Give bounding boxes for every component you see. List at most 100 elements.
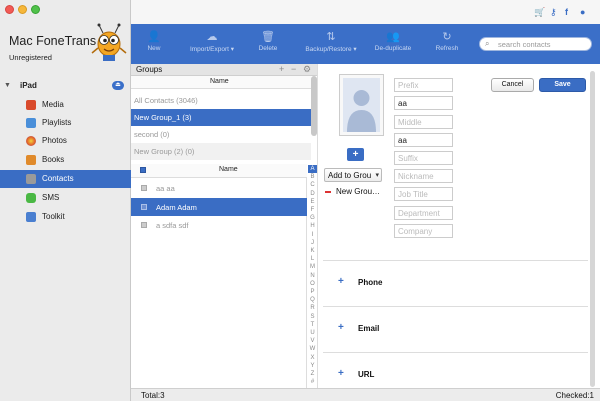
key-icon[interactable]: ⚷ — [550, 7, 557, 18]
close-window-button[interactable] — [5, 5, 14, 14]
alphabet-index-letter[interactable]: R — [308, 304, 317, 312]
contact-row[interactable]: a sdfa sdf — [131, 216, 307, 234]
remove-group-icon[interactable] — [325, 191, 331, 193]
phone-section[interactable]: + Phone — [323, 260, 588, 306]
sidebar-item-playlists[interactable]: Playlists — [0, 114, 131, 132]
group-row-label: All Contacts (3046) — [134, 96, 198, 105]
alphabet-index-letter[interactable]: # — [308, 378, 317, 386]
contact-checkbox[interactable] — [141, 185, 147, 191]
alphabet-index-letter[interactable]: C — [308, 181, 317, 189]
contact-photo[interactable] — [339, 74, 384, 136]
search-box[interactable]: ⌕ — [479, 37, 592, 51]
new-contact-icon: 👤 — [147, 31, 161, 43]
contact-row[interactable]: Adam Adam — [131, 198, 307, 216]
alphabet-index-letter[interactable]: I — [308, 231, 317, 239]
alphabet-index-letter[interactable]: O — [308, 280, 317, 288]
add-url-icon[interactable]: + — [338, 368, 344, 379]
url-section[interactable]: + URL — [323, 352, 588, 388]
alphabet-index-letter[interactable]: T — [308, 321, 317, 329]
alphabet-index-letter[interactable]: Q — [308, 296, 317, 304]
group-settings-icon[interactable]: ⚙ — [303, 64, 311, 75]
add-to-group-dropdown[interactable]: Add to Grou ▾ — [324, 168, 382, 182]
department-field[interactable] — [394, 206, 453, 220]
cancel-button[interactable]: Cancel — [491, 78, 534, 92]
alphabet-index-letter[interactable]: N — [308, 272, 317, 280]
add-photo-button[interactable]: + — [347, 148, 364, 161]
deduplicate-button[interactable]: 👥 De-duplicate — [371, 30, 415, 52]
cart-icon[interactable]: 🛒 — [534, 7, 545, 18]
sidebar-item-media[interactable]: Media — [0, 96, 131, 114]
alphabet-index-letter[interactable]: V — [308, 337, 317, 345]
contact-row[interactable]: aa aa — [131, 179, 307, 197]
search-input[interactable] — [498, 39, 586, 49]
alphabet-index-letter[interactable]: E — [308, 198, 317, 206]
alphabet-index-letter[interactable]: K — [308, 247, 317, 255]
import-export-button[interactable]: ☁ Import/Export ▾ — [181, 30, 243, 53]
sidebar-item-label: Books — [42, 155, 65, 164]
last-name-field[interactable] — [394, 133, 453, 147]
detail-scrollbar[interactable] — [590, 71, 595, 387]
new-button[interactable]: 👤 New — [141, 30, 167, 52]
feedback-icon[interactable]: ● — [580, 7, 585, 17]
group-row-all-contacts[interactable]: All Contacts (3046) — [131, 92, 311, 109]
cloud-icon: ☁ — [206, 31, 218, 43]
group-row-new-group-2[interactable]: New Group (2) (0) — [131, 143, 311, 160]
alphabet-index-letter[interactable]: W — [308, 345, 317, 353]
contact-checkbox[interactable] — [141, 204, 147, 210]
chevron-down-icon: ▾ — [375, 172, 379, 179]
first-name-field[interactable] — [394, 96, 453, 110]
contacts-list: Name aa aa Adam Adam a sdfa sdf — [131, 164, 307, 388]
alphabet-index-letter[interactable]: S — [308, 313, 317, 321]
select-all-checkbox[interactable] — [140, 167, 146, 173]
registration-status: Unregistered — [9, 53, 52, 62]
sidebar-item-contacts[interactable]: Contacts — [0, 170, 131, 188]
alphabet-index-letter[interactable]: B — [308, 173, 317, 181]
sidebar-item-sms[interactable]: SMS — [0, 189, 131, 207]
minimize-window-button[interactable] — [18, 5, 27, 14]
alphabet-index-letter[interactable]: D — [308, 190, 317, 198]
alphabet-index-letter[interactable]: Z — [308, 370, 317, 378]
alphabet-index-letter[interactable]: X — [308, 354, 317, 362]
delete-button[interactable]: 🗑 Delete — [253, 30, 283, 52]
save-button[interactable]: Save — [539, 78, 586, 92]
facebook-icon[interactable]: f — [565, 7, 568, 17]
alphabet-index-letter[interactable]: L — [308, 255, 317, 263]
alphabet-index-letter[interactable]: Y — [308, 362, 317, 370]
sidebar-item-photos[interactable]: Photos — [0, 132, 131, 150]
job-title-field[interactable] — [394, 187, 453, 201]
alphabet-index-letter[interactable]: J — [308, 239, 317, 247]
alphabet-index-letter[interactable]: P — [308, 288, 317, 296]
refresh-button[interactable]: ↻ Refresh — [431, 30, 463, 52]
contacts-column-header[interactable]: Name — [131, 164, 307, 178]
backup-restore-button[interactable]: ⇅ Backup/Restore ▾ — [299, 30, 363, 53]
contact-checkbox[interactable] — [141, 222, 147, 228]
alphabet-index: A B C D E F G H I J K L M N O P Q R S T U V W X Y Z # — [308, 165, 317, 387]
alphabet-index-letter[interactable]: U — [308, 329, 317, 337]
email-section[interactable]: + Email — [323, 306, 588, 352]
contact-detail-panel: + Add to Grou ▾ New Grou… Cancel Save + … — [317, 64, 600, 388]
add-phone-icon[interactable]: + — [338, 276, 344, 287]
alphabet-index-letter[interactable]: M — [308, 263, 317, 271]
add-email-icon[interactable]: + — [338, 322, 344, 333]
company-field[interactable] — [394, 224, 453, 238]
add-group-icon[interactable]: + — [279, 64, 284, 74]
middle-name-field[interactable] — [394, 115, 453, 129]
alphabet-index-letter[interactable]: G — [308, 214, 317, 222]
alphabet-index-letter[interactable]: A — [308, 165, 317, 174]
sidebar-item-books[interactable]: Books — [0, 151, 131, 169]
disclosure-triangle-icon[interactable]: ▼ — [4, 82, 11, 89]
nickname-field[interactable] — [394, 169, 453, 183]
alphabet-index-letter[interactable]: F — [308, 206, 317, 214]
group-row-new-group-1[interactable]: New Group_1 (3) — [131, 109, 311, 126]
group-row-second[interactable]: second (0) — [131, 126, 311, 143]
alphabet-index-letter[interactable]: H — [308, 222, 317, 230]
backup-icon: ⇅ — [326, 31, 336, 43]
zoom-window-button[interactable] — [31, 5, 40, 14]
device-row[interactable]: ▼ iPad ⏏ — [0, 79, 131, 93]
remove-group-icon[interactable]: − — [291, 64, 296, 74]
eject-icon[interactable]: ⏏ — [112, 81, 124, 90]
sidebar-item-toolkit[interactable]: Toolkit — [0, 208, 131, 226]
suffix-field[interactable] — [394, 151, 453, 165]
groups-column-header[interactable]: Name — [131, 76, 311, 89]
prefix-field[interactable] — [394, 78, 453, 92]
